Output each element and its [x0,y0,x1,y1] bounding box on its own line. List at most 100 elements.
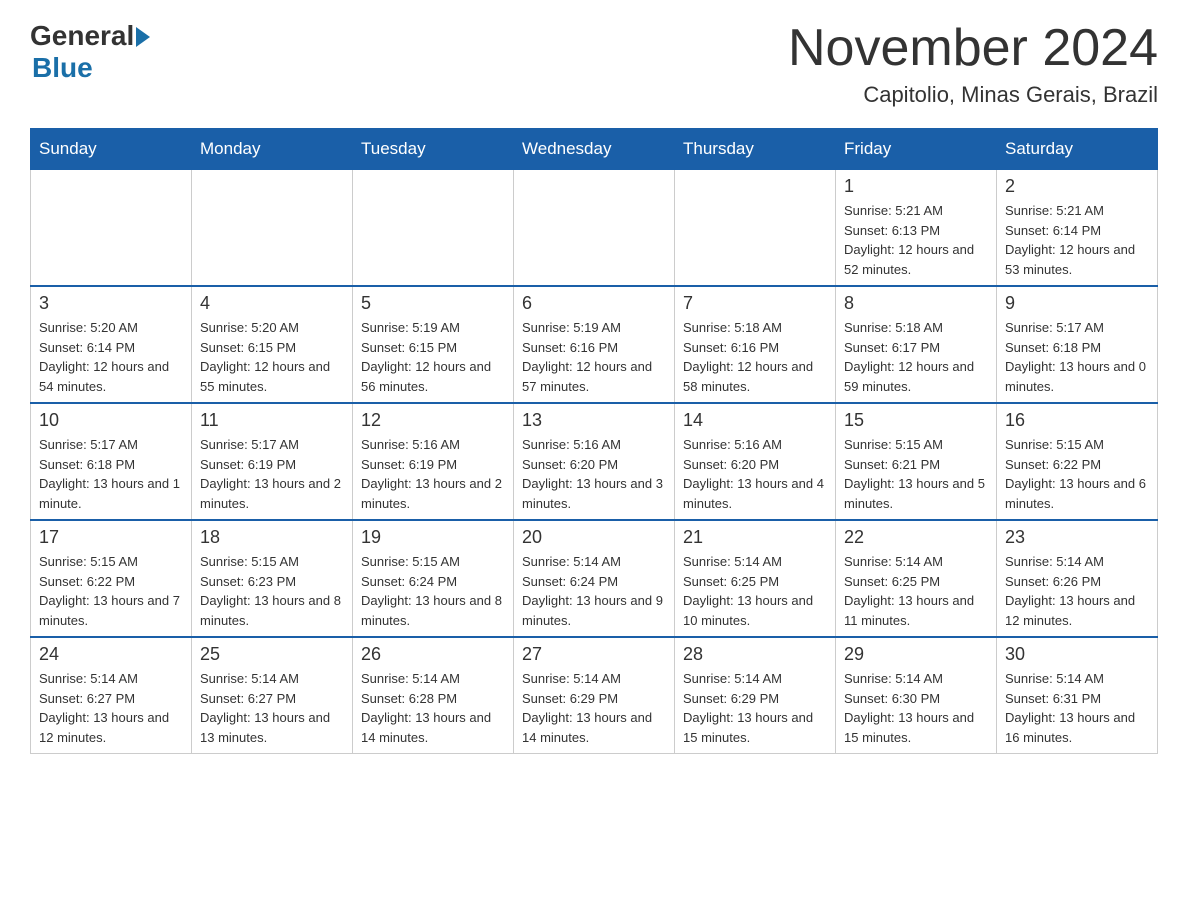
table-row: 7 Sunrise: 5:18 AM Sunset: 6:16 PM Daylig… [675,286,836,403]
day-info: Sunrise: 5:19 AM Sunset: 6:15 PM Dayligh… [361,318,505,396]
day-info: Sunrise: 5:18 AM Sunset: 6:17 PM Dayligh… [844,318,988,396]
table-row: 24 Sunrise: 5:14 AM Sunset: 6:27 PM Dayli… [31,637,192,754]
day-number: 7 [683,293,827,314]
day-info: Sunrise: 5:14 AM Sunset: 6:24 PM Dayligh… [522,552,666,630]
day-number: 2 [1005,176,1149,197]
table-row: 12 Sunrise: 5:16 AM Sunset: 6:19 PM Dayli… [353,403,514,520]
calendar-table: Sunday Monday Tuesday Wednesday Thursday… [30,128,1158,754]
day-info: Sunrise: 5:14 AM Sunset: 6:31 PM Dayligh… [1005,669,1149,747]
day-number: 9 [1005,293,1149,314]
logo-general-text: General [30,20,134,52]
table-row: 6Sunrise: 5:19 AM Sunset: 6:16 PM Daylig… [514,286,675,403]
day-number: 19 [361,527,505,548]
day-info: Sunrise: 5:14 AM Sunset: 6:29 PM Dayligh… [522,669,666,747]
table-row: 28 Sunrise: 5:14 AM Sunset: 6:29 PM Dayli… [675,637,836,754]
table-row: 14 Sunrise: 5:16 AM Sunset: 6:20 PM Dayli… [675,403,836,520]
day-info: Sunrise: 5:15 AM Sunset: 6:23 PM Dayligh… [200,552,344,630]
calendar-week-row: 17 Sunrise: 5:15 AM Sunset: 6:22 PM Dayli… [31,520,1158,637]
day-info: Sunrise: 5:21 AM Sunset: 6:13 PM Dayligh… [844,201,988,279]
day-info: Sunrise: 5:20 AM Sunset: 6:14 PM Dayligh… [39,318,183,396]
table-row: 10 Sunrise: 5:17 AM Sunset: 6:18 PM Dayli… [31,403,192,520]
day-number: 17 [39,527,183,548]
day-number: 8 [844,293,988,314]
table-row: 16Sunrise: 5:15 AM Sunset: 6:22 PM Dayli… [997,403,1158,520]
day-info: Sunrise: 5:15 AM Sunset: 6:22 PM Dayligh… [39,552,183,630]
table-row [353,170,514,287]
day-info: Sunrise: 5:17 AM Sunset: 6:18 PM Dayligh… [1005,318,1149,396]
title-section: November 2024 Capitolio, Minas Gerais, B… [788,20,1158,108]
day-info: Sunrise: 5:18 AM Sunset: 6:16 PM Dayligh… [683,318,827,396]
day-info: Sunrise: 5:17 AM Sunset: 6:18 PM Dayligh… [39,435,183,513]
table-row: 13 Sunrise: 5:16 AM Sunset: 6:20 PM Dayli… [514,403,675,520]
day-number: 10 [39,410,183,431]
header-friday: Friday [836,129,997,170]
day-info: Sunrise: 5:15 AM Sunset: 6:24 PM Dayligh… [361,552,505,630]
header-sunday: Sunday [31,129,192,170]
day-info: Sunrise: 5:15 AM Sunset: 6:21 PM Dayligh… [844,435,988,513]
day-number: 13 [522,410,666,431]
table-row: 25 Sunrise: 5:14 AM Sunset: 6:27 PM Dayli… [192,637,353,754]
calendar-week-row: 10 Sunrise: 5:17 AM Sunset: 6:18 PM Dayli… [31,403,1158,520]
day-info: Sunrise: 5:21 AM Sunset: 6:14 PM Dayligh… [1005,201,1149,279]
day-number: 28 [683,644,827,665]
table-row: 20 Sunrise: 5:14 AM Sunset: 6:24 PM Dayli… [514,520,675,637]
day-info: Sunrise: 5:15 AM Sunset: 6:22 PM Dayligh… [1005,435,1149,513]
calendar-week-row: 1 Sunrise: 5:21 AM Sunset: 6:13 PM Daylig… [31,170,1158,287]
logo-blue-text: Blue [32,52,93,83]
day-info: Sunrise: 5:14 AM Sunset: 6:30 PM Dayligh… [844,669,988,747]
table-row: 9 Sunrise: 5:17 AM Sunset: 6:18 PM Daylig… [997,286,1158,403]
table-row: 15 Sunrise: 5:15 AM Sunset: 6:21 PM Dayli… [836,403,997,520]
day-info: Sunrise: 5:14 AM Sunset: 6:27 PM Dayligh… [200,669,344,747]
table-row: 5 Sunrise: 5:19 AM Sunset: 6:15 PM Daylig… [353,286,514,403]
day-number: 15 [844,410,988,431]
page-header: General Blue November 2024 Capitolio, Mi… [30,20,1158,108]
day-info: Sunrise: 5:14 AM Sunset: 6:27 PM Dayligh… [39,669,183,747]
table-row: 27 Sunrise: 5:14 AM Sunset: 6:29 PM Dayli… [514,637,675,754]
day-number: 27 [522,644,666,665]
table-row [31,170,192,287]
logo: General Blue [30,20,150,84]
header-saturday: Saturday [997,129,1158,170]
day-info: Sunrise: 5:16 AM Sunset: 6:20 PM Dayligh… [522,435,666,513]
table-row: 3 Sunrise: 5:20 AM Sunset: 6:14 PM Daylig… [31,286,192,403]
day-number: 25 [200,644,344,665]
day-number: 20 [522,527,666,548]
day-info: Sunrise: 5:14 AM Sunset: 6:29 PM Dayligh… [683,669,827,747]
day-number: 3 [39,293,183,314]
table-row [192,170,353,287]
table-row: 17 Sunrise: 5:15 AM Sunset: 6:22 PM Dayli… [31,520,192,637]
location-text: Capitolio, Minas Gerais, Brazil [788,82,1158,108]
table-row: 8 Sunrise: 5:18 AM Sunset: 6:17 PM Daylig… [836,286,997,403]
table-row: 11Sunrise: 5:17 AM Sunset: 6:19 PM Dayli… [192,403,353,520]
day-number: 30 [1005,644,1149,665]
day-info: Sunrise: 5:14 AM Sunset: 6:25 PM Dayligh… [683,552,827,630]
calendar-week-row: 3 Sunrise: 5:20 AM Sunset: 6:14 PM Daylig… [31,286,1158,403]
table-row: 2 Sunrise: 5:21 AM Sunset: 6:14 PM Daylig… [997,170,1158,287]
day-number: 21 [683,527,827,548]
day-number: 5 [361,293,505,314]
day-info: Sunrise: 5:14 AM Sunset: 6:26 PM Dayligh… [1005,552,1149,630]
table-row: 18 Sunrise: 5:15 AM Sunset: 6:23 PM Dayli… [192,520,353,637]
day-number: 1 [844,176,988,197]
calendar-week-row: 24 Sunrise: 5:14 AM Sunset: 6:27 PM Dayli… [31,637,1158,754]
day-number: 23 [1005,527,1149,548]
day-number: 6 [522,293,666,314]
table-row: 1 Sunrise: 5:21 AM Sunset: 6:13 PM Daylig… [836,170,997,287]
day-info: Sunrise: 5:16 AM Sunset: 6:19 PM Dayligh… [361,435,505,513]
day-info: Sunrise: 5:14 AM Sunset: 6:28 PM Dayligh… [361,669,505,747]
day-number: 24 [39,644,183,665]
table-row: 26 Sunrise: 5:14 AM Sunset: 6:28 PM Dayli… [353,637,514,754]
day-number: 26 [361,644,505,665]
calendar-header-row: Sunday Monday Tuesday Wednesday Thursday… [31,129,1158,170]
day-number: 11 [200,410,344,431]
day-number: 12 [361,410,505,431]
day-info: Sunrise: 5:16 AM Sunset: 6:20 PM Dayligh… [683,435,827,513]
table-row: 21 Sunrise: 5:14 AM Sunset: 6:25 PM Dayli… [675,520,836,637]
day-number: 18 [200,527,344,548]
table-row: 19 Sunrise: 5:15 AM Sunset: 6:24 PM Dayli… [353,520,514,637]
day-number: 14 [683,410,827,431]
month-title: November 2024 [788,20,1158,77]
day-number: 22 [844,527,988,548]
day-info: Sunrise: 5:20 AM Sunset: 6:15 PM Dayligh… [200,318,344,396]
day-number: 4 [200,293,344,314]
